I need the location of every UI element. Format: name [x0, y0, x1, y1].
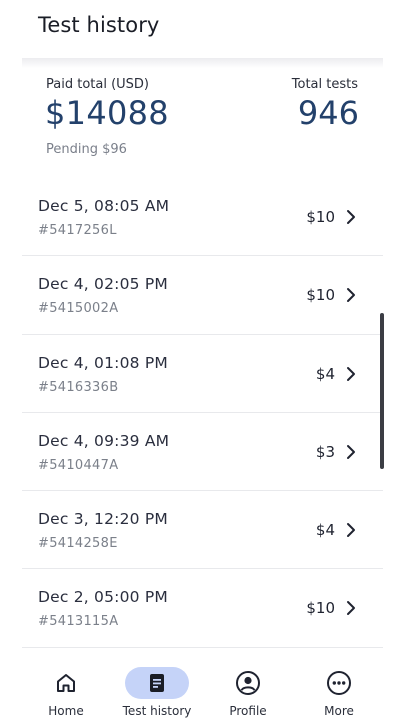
nav-label-profile: Profile	[229, 704, 267, 718]
test-row[interactable]: Dec 3, 12:20 PM #5414258E $4	[22, 491, 383, 570]
test-row[interactable]: Dec 4, 09:39 AM #5410447A $3	[22, 413, 383, 492]
nav-item-profile[interactable]: Profile	[203, 655, 293, 720]
nav-item-more[interactable]: More	[294, 655, 384, 720]
nav-icon-container	[216, 667, 280, 699]
test-row[interactable]: Dec 4, 01:08 PM #5416336B $4	[22, 335, 383, 413]
nav-label-more: More	[324, 704, 354, 718]
test-date: Dec 5, 08:05 AM	[38, 197, 170, 215]
test-amount: $10	[306, 286, 335, 305]
test-row[interactable]: Dec 2, 05:00 PM #5413115A $10	[22, 569, 383, 648]
test-list: Dec 5, 08:05 AM #5417256L $10 Dec 4, 02:…	[22, 178, 383, 648]
total-tests-label: Total tests	[291, 77, 358, 92]
test-row[interactable]: Dec 5, 08:05 AM #5417256L $10	[22, 178, 383, 257]
test-date: Dec 4, 09:39 AM	[38, 431, 170, 450]
chevron-right-icon	[347, 366, 355, 381]
chevron-right-icon	[347, 210, 355, 224]
test-id: #5410447A	[38, 457, 119, 473]
test-id: #5417256L	[38, 223, 117, 238]
test-id: #5414258E	[38, 536, 118, 552]
document-icon	[150, 674, 164, 692]
summary-panel: Paid total (USD) $14088 Pending $96 Tota…	[22, 58, 383, 178]
home-icon	[57, 674, 75, 692]
nav-icon-container-active	[125, 667, 189, 699]
paid-total-value: $14088	[45, 94, 169, 132]
chevron-right-icon	[347, 288, 355, 303]
nav-item-test-history[interactable]: Test history	[112, 655, 202, 720]
test-amount: $4	[315, 364, 335, 383]
page-title: Test history	[38, 13, 160, 37]
total-tests-value: 946	[297, 94, 359, 132]
test-amount: $10	[306, 208, 335, 226]
test-date: Dec 4, 01:08 PM	[38, 353, 168, 372]
chevron-right-icon	[347, 523, 355, 538]
nav-label-home: Home	[48, 704, 84, 718]
nav-item-home[interactable]: Home	[21, 655, 111, 720]
test-id: #5413115A	[38, 614, 119, 630]
test-amount: $10	[306, 599, 335, 618]
app-header: Test history	[0, 0, 405, 58]
test-date: Dec 4, 02:05 PM	[38, 275, 168, 294]
nav-icon-container	[307, 667, 371, 699]
more-horizontal-icon	[327, 671, 351, 695]
scrollbar[interactable]	[380, 313, 384, 469]
test-history-screen: Test history Paid total (USD) $14088 Pen…	[0, 0, 405, 720]
test-date: Dec 3, 12:20 PM	[38, 510, 168, 529]
test-amount: $4	[315, 521, 335, 540]
test-row[interactable]: Dec 4, 02:05 PM #5415002A $10	[22, 256, 383, 335]
nav-label-test-history: Test history	[122, 704, 192, 718]
test-amount: $3	[315, 442, 335, 461]
chevron-right-icon	[347, 601, 355, 616]
bottom-navigation: Home Test history Profile More	[0, 655, 405, 720]
account-circle-icon	[236, 671, 260, 695]
nav-icon-container	[34, 667, 98, 699]
pending-amount: Pending $96	[46, 142, 127, 157]
test-id: #5415002A	[38, 301, 119, 317]
chevron-right-icon	[347, 444, 355, 459]
test-date: Dec 2, 05:00 PM	[38, 588, 168, 607]
paid-total-label: Paid total (USD)	[46, 77, 149, 92]
test-id: #5416336B	[38, 379, 119, 395]
content-card[interactable]: Paid total (USD) $14088 Pending $96 Tota…	[22, 58, 383, 655]
